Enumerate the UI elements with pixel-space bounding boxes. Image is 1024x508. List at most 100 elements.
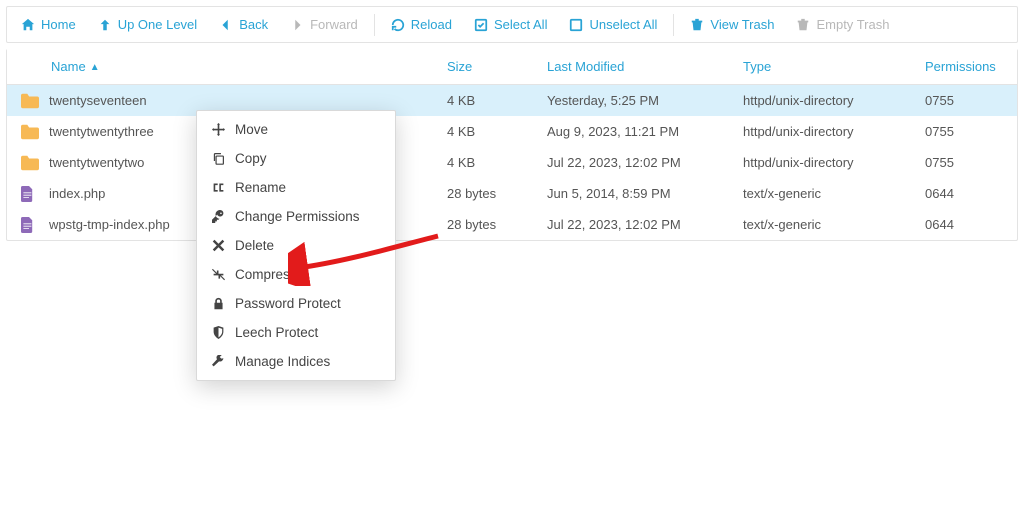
file-name: twentyseventeen (49, 93, 147, 108)
column-header-modified[interactable]: Last Modified (547, 59, 743, 74)
file-name: twentytwentytwo (49, 155, 144, 170)
context-menu-item-move[interactable]: Move (197, 115, 395, 144)
file-name: twentytwentythree (49, 124, 154, 139)
table-row[interactable]: twentyseventeen 4 KBYesterday, 5:25 PMhtt… (7, 85, 1017, 116)
context-menu-item-rename[interactable]: Rename (197, 173, 395, 202)
column-header-type[interactable]: Type (743, 59, 925, 74)
context-menu-item-indices[interactable]: Manage Indices (197, 347, 395, 376)
context-menu-label: Rename (235, 180, 286, 195)
file-modified: Jul 22, 2023, 12:02 PM (547, 155, 743, 170)
file-modified: Jun 5, 2014, 8:59 PM (547, 186, 743, 201)
file-modified: Aug 9, 2023, 11:21 PM (547, 124, 743, 139)
file-size: 28 bytes (447, 217, 547, 232)
file-modified: Jul 22, 2023, 12:02 PM (547, 217, 743, 232)
reload-label: Reload (411, 17, 452, 32)
file-permissions: 0644 (925, 217, 1017, 232)
file-permissions: 0755 (925, 93, 1017, 108)
file-permissions: 0755 (925, 155, 1017, 170)
context-menu-label: Leech Protect (235, 325, 318, 340)
table-header: Name▲ Size Last Modified Type Permission… (7, 49, 1017, 85)
column-header-name[interactable]: Name▲ (7, 59, 447, 74)
file-size: 4 KB (447, 155, 547, 170)
file-permissions: 0755 (925, 124, 1017, 139)
move-icon (211, 123, 225, 137)
context-menu-item-delete[interactable]: Delete (197, 231, 395, 260)
context-menu-item-pwprotect[interactable]: Password Protect (197, 289, 395, 318)
context-menu-item-chperm[interactable]: Change Permissions (197, 202, 395, 231)
up-label: Up One Level (118, 17, 198, 32)
forward-button[interactable]: Forward (280, 13, 368, 36)
file-type: text/x-generic (743, 217, 925, 232)
context-menu-label: Delete (235, 238, 274, 253)
file-modified: Yesterday, 5:25 PM (547, 93, 743, 108)
file-permissions: 0644 (925, 186, 1017, 201)
folder-icon (21, 124, 39, 140)
home-button[interactable]: Home (11, 13, 86, 36)
context-menu-item-copy[interactable]: Copy (197, 144, 395, 173)
context-menu-label: Move (235, 122, 268, 137)
table-row[interactable]: twentytwentytwo 4 KBJul 22, 2023, 12:02 P… (7, 147, 1017, 178)
check-square-icon (474, 18, 488, 32)
back-label: Back (239, 17, 268, 32)
file-size: 28 bytes (447, 186, 547, 201)
table-row[interactable]: index.php 28 bytesJun 5, 2014, 8:59 PMtex… (7, 178, 1017, 209)
shield-icon (211, 326, 225, 340)
arrow-right-icon (290, 18, 304, 32)
up-one-level-button[interactable]: Up One Level (88, 13, 208, 36)
context-menu-label: Manage Indices (235, 354, 330, 369)
document-icon (21, 186, 39, 202)
select-all-label: Select All (494, 17, 547, 32)
unselect-all-label: Unselect All (589, 17, 657, 32)
toolbar-separator (673, 14, 674, 36)
home-label: Home (41, 17, 76, 32)
trash-icon (690, 18, 704, 32)
lock-icon (211, 297, 225, 311)
context-menu-label: Password Protect (235, 296, 341, 311)
file-type: httpd/unix-directory (743, 124, 925, 139)
column-header-size[interactable]: Size (447, 59, 547, 74)
unselect-all-button[interactable]: Unselect All (559, 13, 667, 36)
context-menu-item-leech[interactable]: Leech Protect (197, 318, 395, 347)
toolbar: Home Up One Level Back Forward Reload Se… (6, 6, 1018, 43)
reload-button[interactable]: Reload (381, 13, 462, 36)
file-size: 4 KB (447, 93, 547, 108)
trash-icon (796, 18, 810, 32)
up-icon (98, 18, 112, 32)
table-row[interactable]: wpstg-tmp-index.php 28 bytesJul 22, 2023,… (7, 209, 1017, 240)
view-trash-label: View Trash (710, 17, 774, 32)
folder-icon (21, 155, 39, 171)
context-menu-item-compress[interactable]: Compress (197, 260, 395, 289)
file-type: httpd/unix-directory (743, 155, 925, 170)
copy-icon (211, 152, 225, 166)
context-menu-label: Compress (235, 267, 297, 282)
empty-trash-label: Empty Trash (816, 17, 889, 32)
file-type: text/x-generic (743, 186, 925, 201)
rename-icon (211, 181, 225, 195)
file-table: Name▲ Size Last Modified Type Permission… (6, 49, 1018, 241)
arrow-left-icon (219, 18, 233, 32)
context-menu-label: Copy (235, 151, 267, 166)
table-body: twentyseventeen4 KBYesterday, 5:25 PMhtt… (7, 85, 1017, 240)
context-menu-label: Change Permissions (235, 209, 360, 224)
file-name: wpstg-tmp-index.php (49, 217, 170, 232)
empty-trash-button[interactable]: Empty Trash (786, 13, 899, 36)
reload-icon (391, 18, 405, 32)
toolbar-separator (374, 14, 375, 36)
document-icon (21, 217, 39, 233)
file-type: httpd/unix-directory (743, 93, 925, 108)
empty-square-icon (569, 18, 583, 32)
context-menu: Move Copy Rename Change Permissions Delete Co… (196, 110, 396, 381)
x-icon (211, 239, 225, 253)
table-row[interactable]: twentytwentythree 4 KBAug 9, 2023, 11:21 … (7, 116, 1017, 147)
select-all-button[interactable]: Select All (464, 13, 557, 36)
file-size: 4 KB (447, 124, 547, 139)
key-icon (211, 210, 225, 224)
forward-label: Forward (310, 17, 358, 32)
view-trash-button[interactable]: View Trash (680, 13, 784, 36)
back-button[interactable]: Back (209, 13, 278, 36)
file-name: index.php (49, 186, 105, 201)
column-header-permissions[interactable]: Permissions (925, 59, 1017, 74)
home-icon (21, 18, 35, 32)
wrench-icon (211, 355, 225, 369)
compress-icon (211, 268, 225, 282)
